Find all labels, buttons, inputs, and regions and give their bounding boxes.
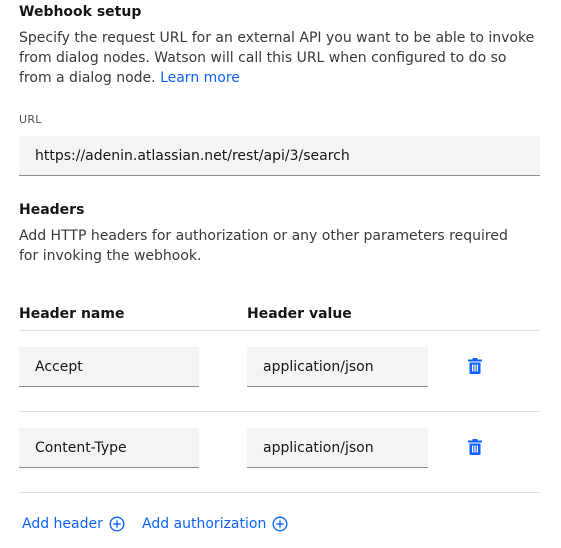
header-row-divider [19,411,540,412]
add-circle-icon [109,516,125,532]
add-header-label: Add header [22,516,103,532]
header-value-input[interactable] [247,428,428,468]
add-header-button[interactable]: Add header [22,516,125,532]
add-circle-icon [272,516,288,532]
header-name-input[interactable] [19,347,199,387]
webhook-setup-title: Webhook setup [19,4,142,20]
add-authorization-label: Add authorization [142,516,267,532]
header-row-divider [19,492,540,493]
url-input[interactable] [19,136,540,176]
webhook-description: Specify the request URL for an external … [19,28,540,88]
trash-icon [468,439,482,455]
webhook-description-text: Specify the request URL for an external … [19,30,535,86]
url-label: URL [19,113,42,126]
header-value-input[interactable] [247,347,428,387]
trash-icon [468,358,482,374]
headers-description: Add HTTP headers for authorization or an… [19,228,508,264]
headers-title: Headers [19,202,85,218]
add-authorization-button[interactable]: Add authorization [142,516,288,532]
learn-more-link[interactable]: Learn more [160,70,240,86]
delete-header-button[interactable] [465,356,485,376]
header-name-input[interactable] [19,428,199,468]
header-name-column: Header name [19,306,125,322]
header-value-column: Header value [247,306,352,322]
header-table-divider [19,330,540,331]
delete-header-button[interactable] [465,437,485,457]
